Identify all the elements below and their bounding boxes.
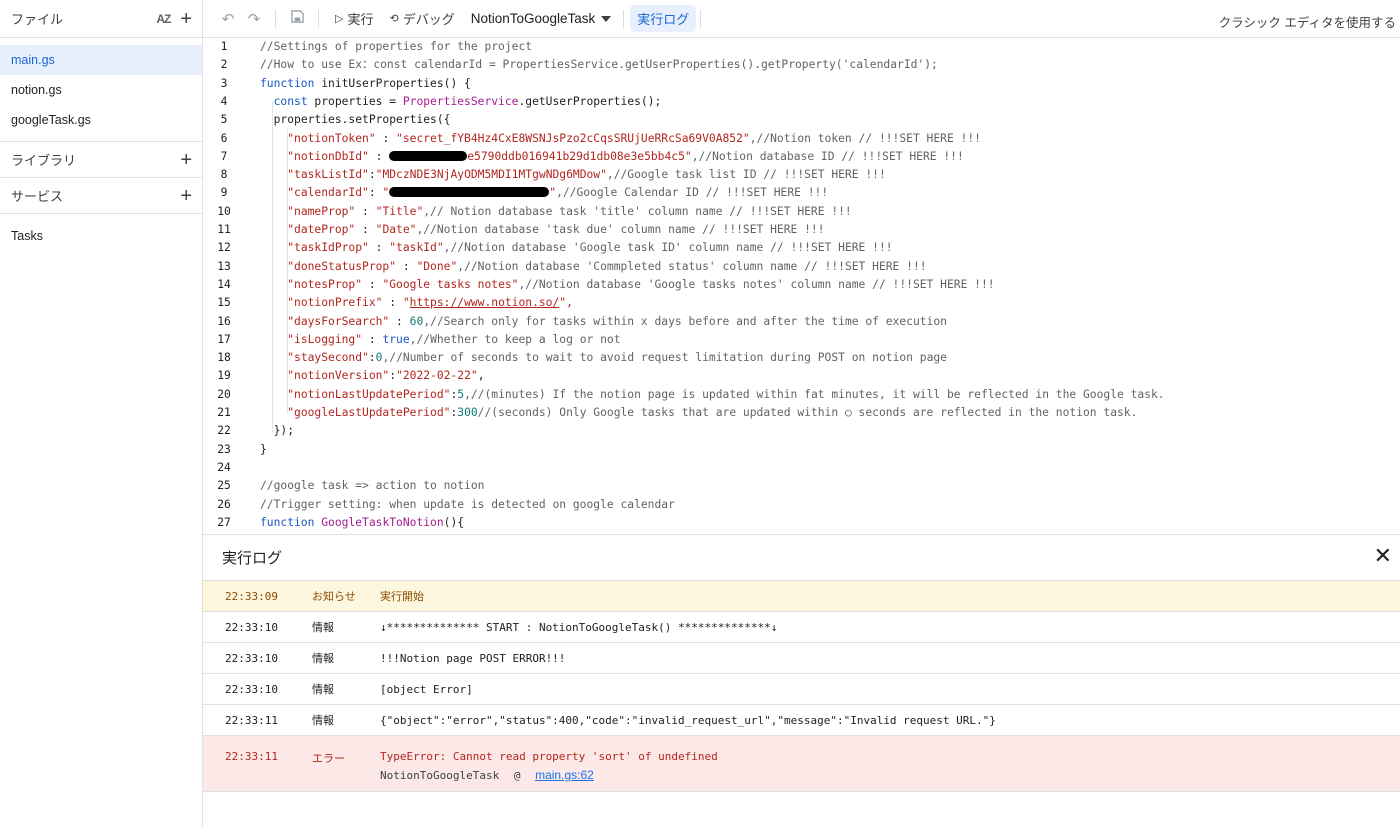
services-section: サービス + [0,178,202,214]
log-time: 22:33:10 [225,651,278,665]
trace-at: @ [513,769,521,782]
log-message: 実行開始 [380,590,424,603]
redaction-mark [389,150,468,161]
code-line: 26//Trigger setting: when update is dete… [217,497,675,511]
code-line: 8 "taskListId":"MDczNDE3NjAyODM5MDI1MTgw… [220,168,886,182]
file-item-googletask[interactable]: googleTask.gs [0,105,202,135]
function-select[interactable]: NotionToGoogleTask [463,11,620,26]
code-line: 15 "notionPrefix" : "https://www.notion.… [217,296,573,310]
code-line: 13 "doneStatusProp" : "Done",//Notion da… [217,259,927,273]
code-line: 12 "taskIdProp" : "taskId",//Notion data… [217,241,893,255]
undo-icon[interactable]: ↶ [215,10,241,28]
files-header: ファイル AZ + [0,0,202,38]
function-name: NotionToGoogleTask [470,11,596,26]
log-row: 22:33:09 お知らせ 実行開始 [203,581,1400,612]
log-message: [object Error] [380,682,473,696]
log-message: ↓************** START : NotionToGoogleTa… [380,620,778,634]
code-line: 17 "isLogging" : true,//Whether to keep … [217,332,621,346]
classic-editor-link[interactable]: クラシック エディタを使用する [1219,12,1396,31]
redaction-mark [389,187,550,198]
log-time: 22:33:11 [225,713,278,727]
toolbar: ↶ ↷ ▷ 実行 ⟲ デバッグ NotionToGoogleTask 実行ログ … [203,0,1400,38]
code-line: 27 function GoogleTaskToNotion(){ [217,515,465,529]
code-line: 16 "daysForSearch" : 60,//Search only fo… [217,314,947,328]
code-line: 20 "notionLastUpdatePeriod":5,//(minutes… [217,387,1165,401]
code-line: 18 "staySecond":0,//Number of seconds to… [217,351,947,365]
code-line: 21 "googleLastUpdatePeriod":300//(second… [217,406,1138,419]
log-panel-title: 実行ログ [203,535,1400,581]
error-trace: NotionToGoogleTask @ main.gs:62 [380,768,1400,782]
code-line: 23} [217,442,267,456]
services-title: サービス [11,189,64,204]
execution-log-button[interactable]: 実行ログ [630,5,697,32]
code-line: 1//Settings of properties for the projec… [220,40,533,53]
log-level: 情報 [312,683,334,696]
save-icon[interactable] [284,10,310,27]
log-row: 22:33:11 情報 {"object":"error","status":4… [203,705,1400,736]
add-service-plus-icon[interactable]: + [180,186,192,206]
log-level: 情報 [312,652,334,665]
log-level: お知らせ [312,590,356,603]
log-level: 情報 [312,621,334,634]
log-message: {"object":"error","status":400,"code":"i… [380,713,996,727]
code-line: 10 "nameProp" : "Title",// Notion databa… [217,204,852,218]
run-label: 実行 [347,12,374,27]
notion-url-link[interactable]: https://www.notion.so/ [410,296,560,309]
libraries-title: ライブラリ [11,153,77,168]
toolbar-divider [275,9,276,28]
code-editor[interactable]: 1//Settings of properties for the projec… [203,38,1400,534]
code-line: 6 "notionToken" : "secret_fYB4Hz4CxE8WSN… [220,131,981,145]
file-item-main[interactable]: main.gs [0,45,202,75]
log-message: !!!Notion page POST ERROR!!! [380,651,566,665]
code-line: 2//How to use Ex：const calendarId = Prop… [220,58,938,72]
libraries-section: ライブラリ + [0,142,202,178]
execution-log-panel: 実行ログ ✕ 22:33:09 お知らせ 実行開始 22:33:10 情報 ↓*… [203,534,1400,827]
log-row: 22:33:10 情報 [object Error] [203,674,1400,705]
service-item-tasks[interactable]: Tasks [0,214,202,258]
add-file-plus-icon[interactable]: + [180,9,192,29]
code-line: 4 const properties = PropertiesService.g… [220,94,662,108]
chevron-down-icon [601,15,612,22]
sidebar: ファイル AZ + main.gs notion.gs googleTask.g… [0,0,203,827]
toolbar-divider [623,9,625,28]
code-line: 19 "notionVersion":"2022-02-22", [217,369,485,383]
log-message: TypeError: Cannot read property 'sort' o… [380,750,1400,782]
code-line: 9 "calendarId": " ",//Google Calendar ID … [220,186,829,200]
log-row: 22:33:10 情報 !!!Notion page POST ERROR!!! [203,643,1400,674]
log-row-error: 22:33:11 エラー TypeError: Cannot read prop… [203,736,1400,792]
file-list: main.gs notion.gs googleTask.gs [0,38,202,142]
code-line: 7 "notionDbId" : e5790ddb016941b29d1db08… [220,149,964,163]
files-title: ファイル [11,12,64,27]
code-line: 5 properties.setProperties({ [220,113,451,127]
debug-label: デバッグ [402,12,455,27]
debug-button[interactable]: ⟲ デバッグ [381,9,462,28]
log-time: 22:33:11 [225,750,278,763]
log-level: エラー [312,752,345,765]
redo-icon[interactable]: ↷ [241,10,267,28]
trace-function: NotionToGoogleTask [380,769,500,782]
log-time: 22:33:10 [225,682,278,696]
code-line: 3 function initUserProperties() { [220,76,471,90]
toolbar-divider [318,9,319,28]
files-actions: AZ + [156,9,192,29]
play-icon: ▷ [335,13,344,25]
close-icon[interactable]: ✕ [1374,545,1392,567]
trace-link[interactable]: main.gs:62 [535,768,594,782]
code-line: 11 "dateProp" : "Date",//Notion database… [217,223,825,236]
log-time: 22:33:09 [225,589,278,603]
log-row: 22:33:10 情報 ↓************** START : Noti… [203,612,1400,643]
debug-icon: ⟲ [389,13,399,25]
log-time: 22:33:10 [225,620,278,634]
code-line: 24 [217,460,231,474]
add-library-plus-icon[interactable]: + [180,150,192,170]
code-line: 25//google task => action to notion [217,479,485,493]
error-message: TypeError: Cannot read property 'sort' o… [380,750,718,763]
run-button[interactable]: ▷ 実行 [327,9,381,28]
code-line: 22 }); [217,424,295,438]
log-level: 情報 [312,714,334,727]
code-line: 14 "notesProp" : "Google tasks notes",//… [217,277,995,291]
sort-az-icon[interactable]: AZ [156,12,171,26]
toolbar-divider [700,9,702,28]
file-item-notion[interactable]: notion.gs [0,75,202,105]
